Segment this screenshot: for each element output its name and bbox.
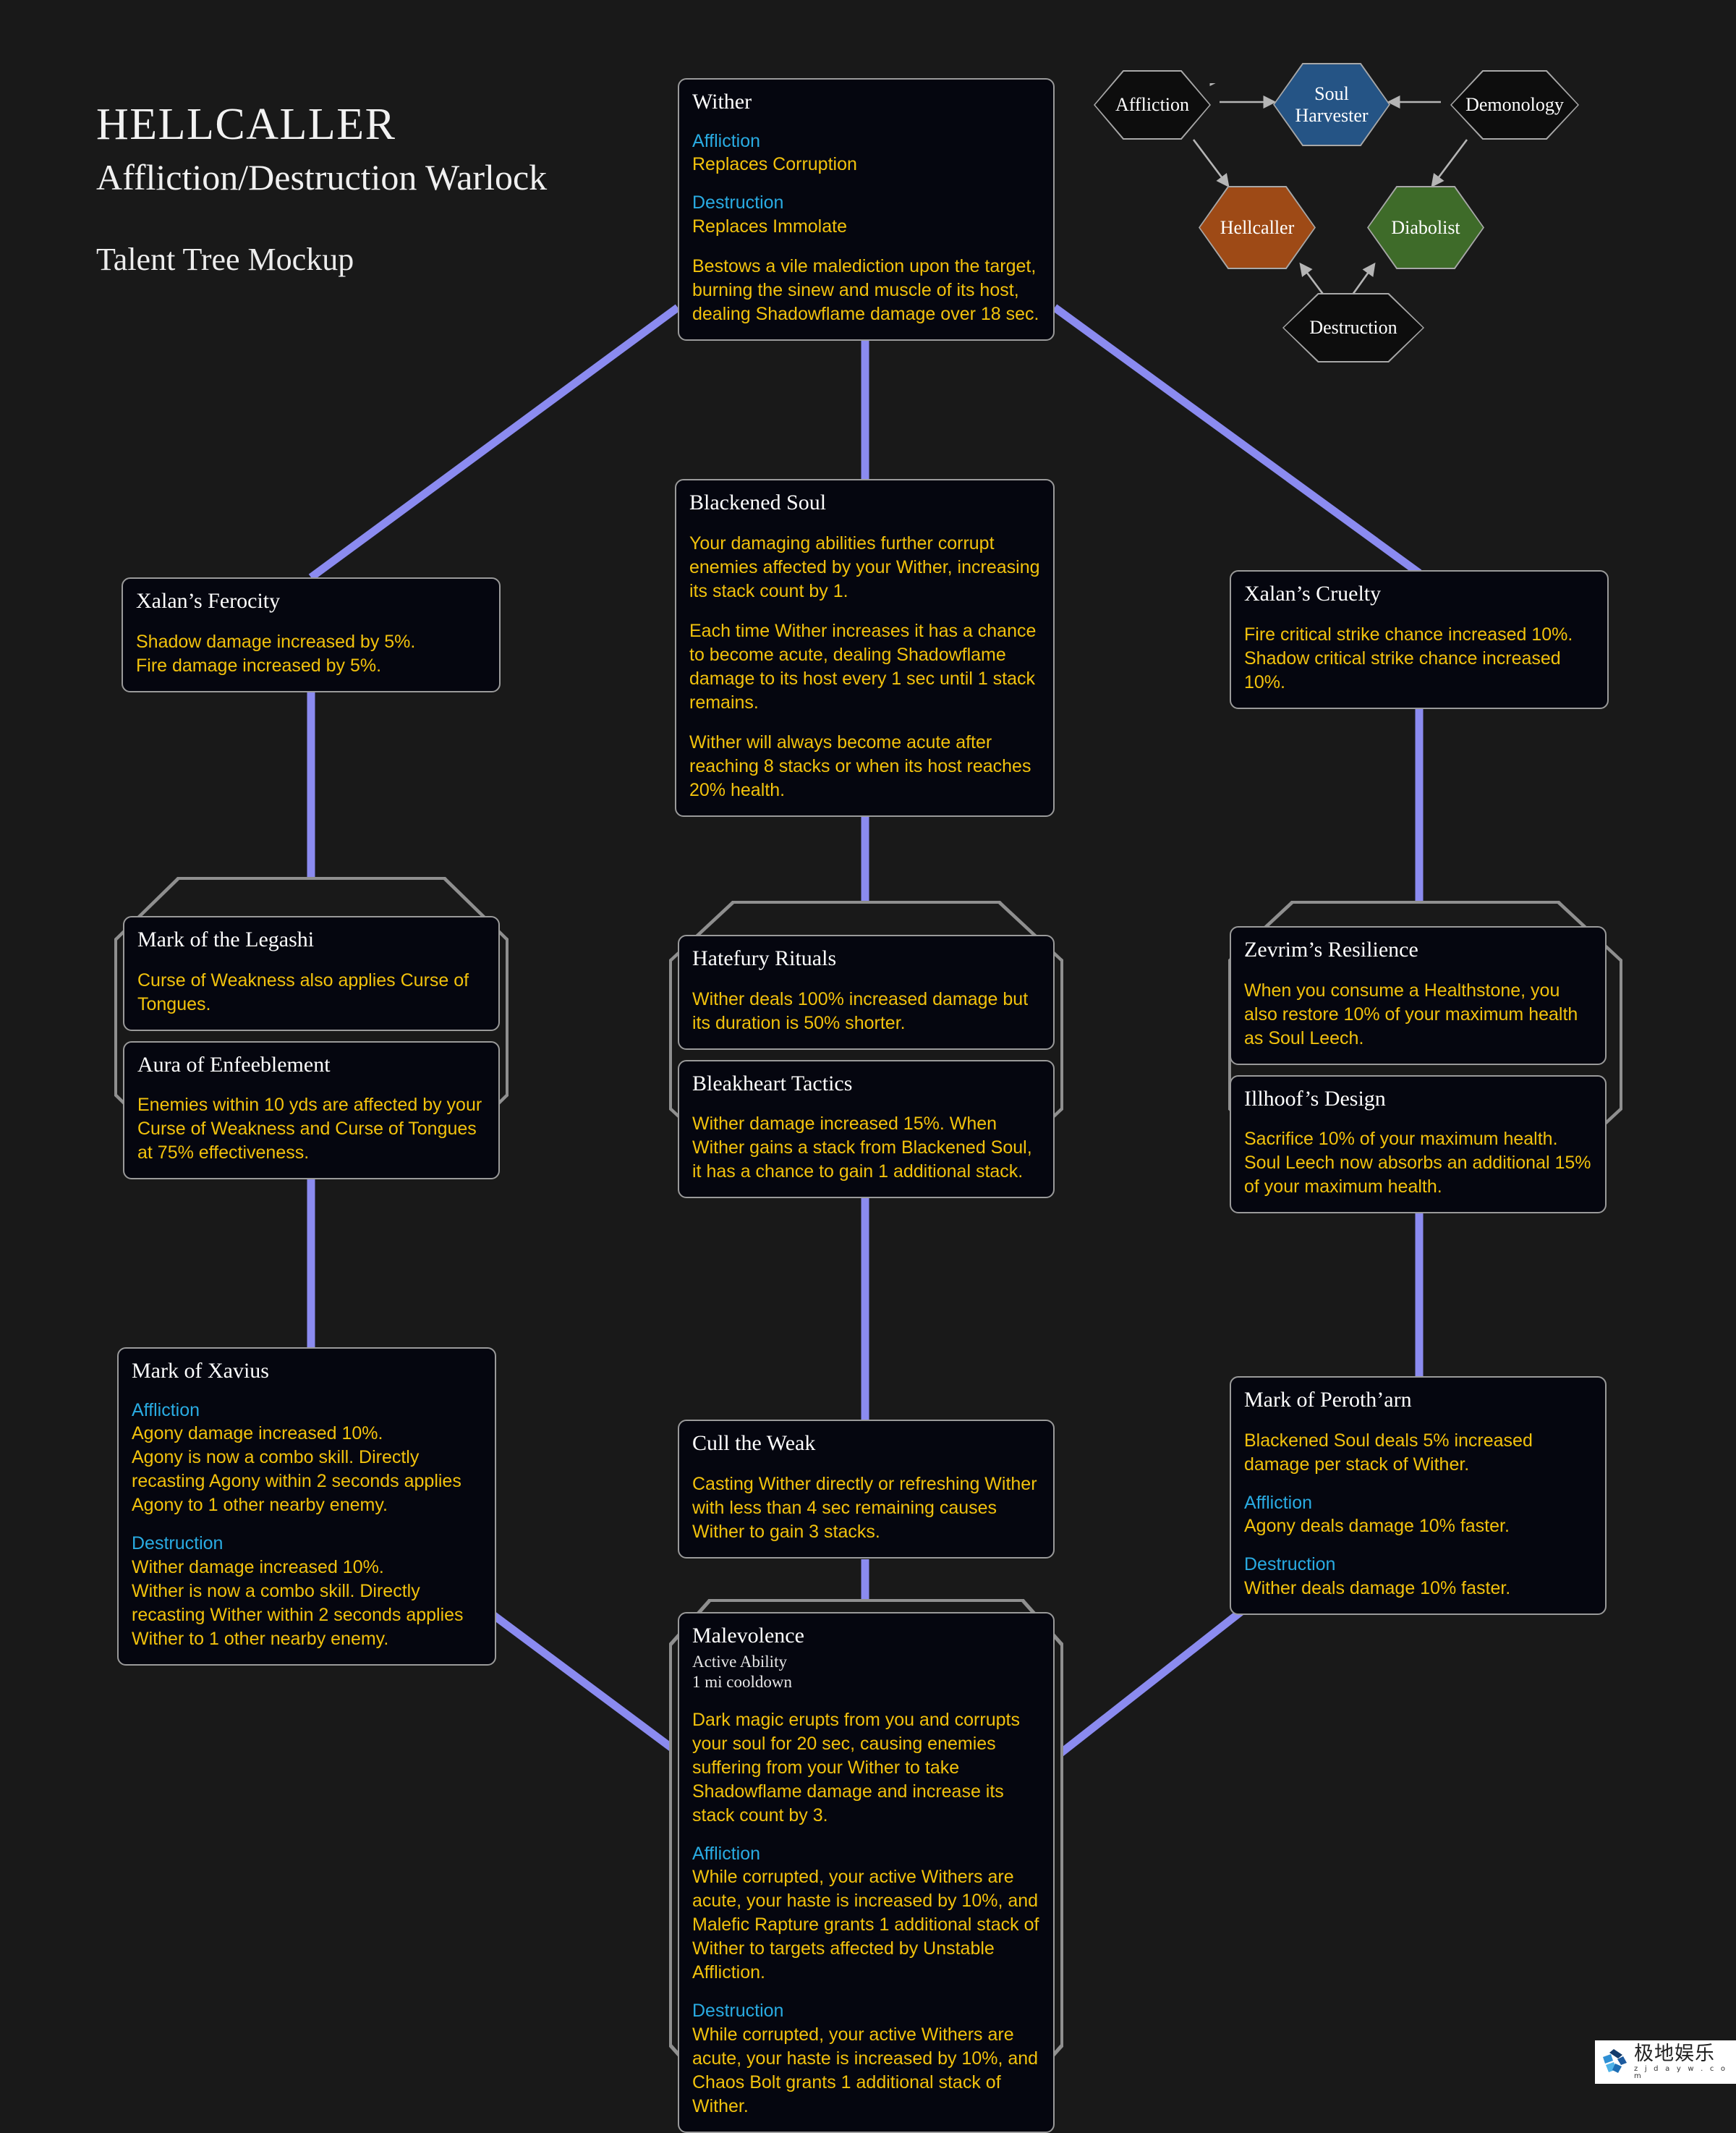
talent-malevolence-meta-type: Active Ability — [692, 1652, 787, 1671]
talent-blackened-soul-para-2: Each time Wither increases it has a chan… — [689, 620, 1037, 713]
talent-mark-of-perotharn-spec-a-text: Agony deals damage 10% faster. — [1244, 1516, 1510, 1536]
talent-mark-of-xavius-spec-b: Destruction — [132, 1533, 224, 1553]
page-subtitle: Affliction/Destruction Warlock — [96, 157, 548, 198]
talent-zevrims-resilience-name: Zevrim’s Resilience — [1244, 938, 1418, 962]
talent-mark-of-the-legashi-name: Mark of the Legashi — [137, 928, 315, 951]
watermark-cn-text: 极地娱乐 — [1634, 2043, 1715, 2065]
talent-malevolence-name: Malevolence — [692, 1624, 804, 1648]
link-perotharn-malevolence — [1053, 1595, 1260, 1760]
talent-mark-of-xavius-spec-a: Affliction — [132, 1399, 200, 1420]
arrow-demo-to-db — [1431, 139, 1468, 188]
talent-mark-of-perotharn-spec-a: Affliction — [1244, 1492, 1313, 1513]
talent-malevolence-meta-cooldown: 1 mi cooldown — [692, 1672, 792, 1691]
talent-wither-desc: Bestows a vile malediction upon the targ… — [692, 255, 1039, 324]
talent-mark-of-xavius-spec-a-text: Agony damage increased 10%. Agony is now… — [132, 1423, 461, 1515]
talent-hatefury-rituals-name: Hatefury Rituals — [692, 946, 837, 970]
talent-bleakheart-tactics-name: Bleakheart Tactics — [692, 1071, 853, 1095]
hero-node-destruction-label: Destruction — [1309, 317, 1397, 339]
talent-hatefury-rituals-desc: Wither deals 100% increased damage but i… — [692, 988, 1029, 1033]
talent-malevolence-spec-b: Destruction — [692, 2001, 784, 2022]
hero-node-affliction-label: Affliction — [1115, 94, 1190, 116]
talent-mark-of-perotharn-desc: Blackened Soul deals 5% increased damage… — [1244, 1430, 1533, 1475]
talent-xalans-cruelty-desc: Fire critical strike chance increased 10… — [1244, 624, 1573, 692]
talent-node-malevolence[interactable]: Malevolence Active Ability 1 mi cooldown… — [678, 1612, 1055, 2133]
talent-xalans-cruelty-name: Xalan’s Cruelty — [1244, 582, 1382, 606]
talent-node-xalans-ferocity[interactable]: Xalan’s Ferocity Shadow damage increased… — [122, 577, 501, 692]
talent-malevolence-spec-a-text: While corrupted, your active Withers are… — [692, 1867, 1039, 1983]
link-xavius-malevolence — [471, 1597, 686, 1760]
choice-pair-middle: Hatefury Rituals Wither deals 100% incre… — [678, 935, 1055, 1198]
talent-node-blackened-soul[interactable]: Blackened Soul Your damaging abilities f… — [675, 479, 1055, 817]
talent-mark-of-perotharn-spec-b-text: Wither deals damage 10% faster. — [1244, 1577, 1511, 1598]
talent-node-hatefury-rituals[interactable]: Hatefury Rituals Wither deals 100% incre… — [678, 935, 1055, 1050]
talent-wither-name: Wither — [692, 90, 752, 114]
talent-illhoofs-design-desc: Sacrifice 10% of your maximum health. So… — [1244, 1129, 1591, 1197]
title-block: HELLCALLER Affliction/Destruction Warloc… — [96, 101, 547, 278]
talent-wither-spec-a-text: Replaces Corruption — [692, 154, 857, 174]
talent-aura-of-enfeeblement-name: Aura of Enfeeblement — [137, 1052, 331, 1077]
talent-mark-of-the-legashi-desc: Curse of Weakness also applies Curse of … — [137, 970, 469, 1014]
talent-blackened-soul-para-1: Your damaging abilities further corrupt … — [689, 533, 1040, 601]
watermark-logo-icon — [1599, 2047, 1630, 2077]
talent-node-aura-of-enfeeblement[interactable]: Aura of Enfeeblement Enemies within 10 y… — [123, 1040, 500, 1179]
talent-xalans-ferocity-name: Xalan’s Ferocity — [136, 589, 281, 613]
talent-node-cull-the-weak[interactable]: Cull the Weak Casting Wither directly or… — [678, 1420, 1055, 1559]
talent-xalans-ferocity-desc: Shadow damage increased by 5%. Fire dama… — [136, 631, 416, 676]
talent-malevolence-spec-a: Affliction — [692, 1843, 761, 1864]
talent-node-wither[interactable]: Wither Affliction Replaces Corruption De… — [678, 78, 1055, 341]
talent-mark-of-perotharn-name: Mark of Peroth’arn — [1244, 1388, 1412, 1412]
talent-mark-of-perotharn-spec-b: Destruction — [1244, 1554, 1336, 1574]
hero-node-diabolist-label: Diabolist — [1391, 216, 1460, 238]
page-tertiary-title: Talent Tree Mockup — [96, 242, 354, 278]
talent-wither-spec-a: Affliction — [692, 130, 761, 151]
arrow-aff-to-hc — [1192, 139, 1230, 188]
talent-blackened-soul-name: Blackened Soul — [689, 491, 827, 514]
choice-pair-left: Mark of the Legashi Curse of Weakness al… — [123, 916, 500, 1179]
talent-malevolence-spec-b-text: While corrupted, your active Withers are… — [692, 2024, 1039, 2116]
talent-node-mark-of-the-legashi[interactable]: Mark of the Legashi Curse of Weakness al… — [123, 916, 500, 1031]
talent-malevolence-desc: Dark magic erupts from you and corrupts … — [692, 1709, 1020, 1825]
hero-node-soul-harvester-label: Soul Harvester — [1295, 82, 1369, 126]
talent-mark-of-xavius-spec-b-text: Wither damage increased 10%. Wither is n… — [132, 1556, 464, 1649]
hero-node-demonology-label: Demonology — [1465, 94, 1564, 116]
hero-node-hellcaller-label: Hellcaller — [1220, 216, 1295, 238]
talent-node-mark-of-perotharn[interactable]: Mark of Peroth’arn Blackened Soul deals … — [1230, 1376, 1607, 1615]
hero-talent-diagram: Affliction Soul Harvester Demonology Hel… — [1085, 63, 1591, 409]
talent-bleakheart-tactics-desc: Wither damage increased 15%. When Wither… — [692, 1114, 1032, 1182]
talent-tree-canvas: HELLCALLER Affliction/Destruction Warloc… — [0, 0, 1736, 2133]
talent-cull-the-weak-name: Cull the Weak — [692, 1431, 816, 1455]
watermark-en-text: z j d a y w . c o m — [1634, 2065, 1728, 2080]
talent-node-illhoofs-design[interactable]: Illhoof’s Design Sacrifice 10% of your m… — [1230, 1074, 1607, 1213]
page-title: HELLCALLER — [96, 100, 396, 149]
talent-node-bleakheart-tactics[interactable]: Bleakheart Tactics Wither damage increas… — [678, 1059, 1055, 1198]
link-wither-ferocity — [308, 304, 681, 581]
talent-illhoofs-design-name: Illhoof’s Design — [1244, 1086, 1386, 1111]
talent-node-zevrims-resilience[interactable]: Zevrim’s Resilience When you consume a H… — [1230, 926, 1607, 1065]
talent-node-mark-of-xavius[interactable]: Mark of Xavius Affliction Agony damage i… — [117, 1347, 496, 1666]
talent-mark-of-xavius-name: Mark of Xavius — [132, 1359, 269, 1383]
talent-zevrims-resilience-desc: When you consume a Healthstone, you also… — [1244, 980, 1578, 1048]
talent-wither-spec-b-text: Replaces Immolate — [692, 216, 847, 237]
talent-cull-the-weak-desc: Casting Wither directly or refreshing Wi… — [692, 1473, 1037, 1542]
choice-pair-right: Zevrim’s Resilience When you consume a H… — [1230, 926, 1607, 1213]
watermark: 极地娱乐 z j d a y w . c o m — [1595, 2040, 1736, 2084]
talent-aura-of-enfeeblement-desc: Enemies within 10 yds are affected by yo… — [137, 1095, 482, 1163]
talent-node-xalans-cruelty[interactable]: Xalan’s Cruelty Fire critical strike cha… — [1230, 570, 1609, 709]
talent-wither-spec-b: Destruction — [692, 192, 784, 213]
talent-blackened-soul-para-3: Wither will always become acute after re… — [689, 732, 1031, 800]
